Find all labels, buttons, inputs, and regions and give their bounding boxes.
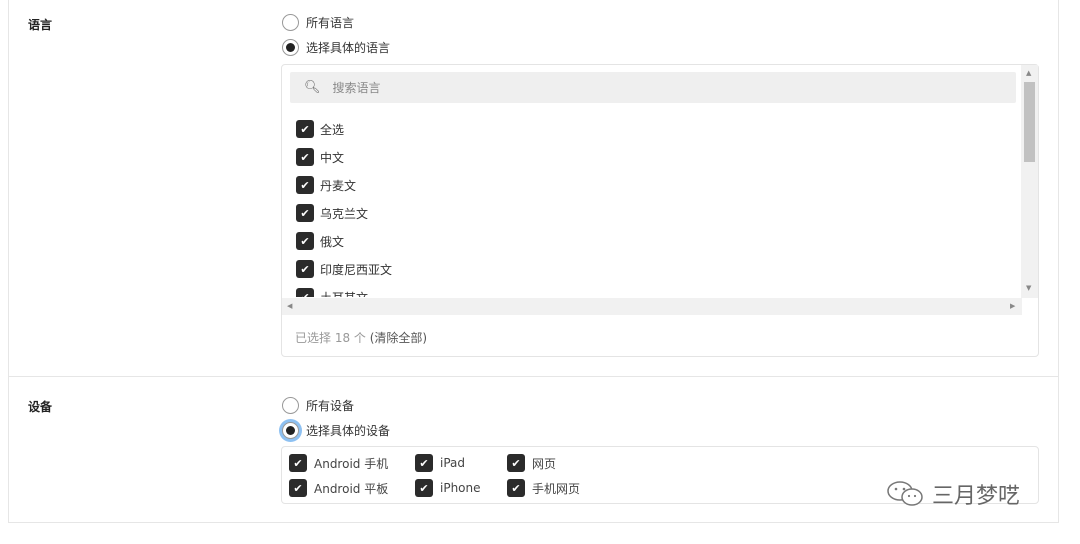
checkbox-checked-icon[interactable]: ✔: [296, 260, 314, 278]
device-item[interactable]: ✔ iPad: [415, 454, 465, 472]
language-item[interactable]: ✔ 全选: [296, 115, 1016, 143]
item-label: Android 平板: [314, 481, 389, 496]
checkbox-checked-icon[interactable]: ✔: [507, 454, 525, 472]
radio-label: 所有设备: [306, 399, 355, 413]
radio-all-devices[interactable]: 所有设备: [282, 397, 354, 414]
language-item[interactable]: ✔ 丹麦文: [296, 171, 1016, 199]
item-label: 乌克兰文: [320, 206, 369, 221]
language-label: 语言: [28, 18, 53, 32]
item-label: 土耳其文: [320, 289, 368, 298]
language-picker: 🔍︎ ✔全选 ✔中文 ✔丹麦文 ✔乌克兰文 ✔俄文 ✔印度尼西亚文 ✔土耳其文 …: [281, 64, 1039, 357]
radio-specific-devices[interactable]: 选择具体的设备: [282, 422, 390, 439]
item-label: 中文: [320, 150, 345, 165]
item-label: 手机网页: [532, 481, 581, 496]
device-item[interactable]: ✔ Android 手机: [289, 454, 388, 472]
section-divider: [8, 376, 1059, 377]
checkbox-checked-icon[interactable]: ✔: [296, 232, 314, 250]
horizontal-scrollbar[interactable]: ◀ ▶: [282, 298, 1022, 315]
item-label: 丹麦文: [320, 178, 357, 193]
radio-all-languages[interactable]: 所有语言: [282, 14, 354, 31]
item-label: iPad: [440, 456, 466, 470]
radio-circle[interactable]: [282, 397, 299, 414]
device-label: 设备: [28, 400, 53, 414]
device-item[interactable]: ✔ Android 平板: [289, 479, 388, 497]
radio-specific-languages[interactable]: 选择具体的语言: [282, 39, 390, 56]
selection-summary: 已选择 18 个 (清除全部): [295, 329, 427, 346]
item-label: 全选: [320, 122, 345, 137]
device-item[interactable]: ✔ iPhone: [415, 479, 481, 497]
language-item[interactable]: ✔ 印度尼西亚文: [296, 255, 1016, 283]
watermark-text: 三月梦呓: [932, 484, 1021, 509]
checkbox-checked-icon[interactable]: ✔: [296, 288, 314, 297]
device-item[interactable]: ✔ 网页: [507, 454, 556, 472]
scrollbar-thumb[interactable]: [1024, 82, 1035, 162]
item-label: 俄文: [320, 234, 345, 249]
scroll-up-icon[interactable]: ▲: [1026, 69, 1031, 77]
wechat-icon: [887, 481, 923, 506]
checkbox-checked-icon[interactable]: ✔: [289, 454, 307, 472]
radio-label: 选择具体的设备: [306, 424, 391, 438]
checkbox-checked-icon[interactable]: ✔: [415, 454, 433, 472]
language-item[interactable]: ✔ 中文: [296, 143, 1016, 171]
radio-circle[interactable]: [282, 422, 299, 439]
checkbox-checked-icon[interactable]: ✔: [296, 204, 314, 222]
search-input[interactable]: [332, 80, 933, 95]
item-label: iPhone: [440, 481, 481, 495]
radio-label: 选择具体的语言: [306, 41, 391, 55]
radio-label: 所有语言: [306, 16, 355, 30]
checkbox-checked-icon[interactable]: ✔: [296, 120, 314, 138]
vertical-scrollbar[interactable]: ▲ ▼: [1021, 65, 1038, 298]
item-label: Android 手机: [314, 456, 389, 471]
item-label: 印度尼西亚文: [320, 262, 393, 277]
item-label: 网页: [532, 456, 557, 471]
language-search[interactable]: 🔍︎: [290, 72, 1016, 103]
language-item[interactable]: ✔ 土耳其文: [296, 283, 1016, 297]
radio-circle[interactable]: [282, 14, 299, 31]
checkbox-checked-icon[interactable]: ✔: [289, 479, 307, 497]
search-icon: 🔍︎: [304, 80, 321, 95]
scroll-left-icon[interactable]: ◀: [287, 302, 292, 310]
language-list: ✔ 全选 ✔ 中文 ✔ 丹麦文 ✔ 乌克兰文 ✔ 俄文 ✔ 印度尼西亚文 ✔ 土耳其文: [296, 115, 1016, 297]
checkbox-checked-icon[interactable]: ✔: [507, 479, 525, 497]
checkbox-checked-icon[interactable]: ✔: [296, 148, 314, 166]
watermark: 三月梦呓: [886, 478, 1020, 510]
selected-count: 已选择 18 个: [295, 331, 366, 345]
scroll-right-icon[interactable]: ▶: [1010, 302, 1015, 310]
checkbox-checked-icon[interactable]: ✔: [296, 176, 314, 194]
checkbox-checked-icon[interactable]: ✔: [415, 479, 433, 497]
language-item[interactable]: ✔ 乌克兰文: [296, 199, 1016, 227]
device-item[interactable]: ✔ 手机网页: [507, 479, 580, 497]
clear-all-link[interactable]: (清除全部): [370, 331, 427, 345]
radio-circle[interactable]: [282, 39, 299, 56]
scroll-down-icon[interactable]: ▼: [1026, 284, 1031, 292]
language-item[interactable]: ✔ 俄文: [296, 227, 1016, 255]
